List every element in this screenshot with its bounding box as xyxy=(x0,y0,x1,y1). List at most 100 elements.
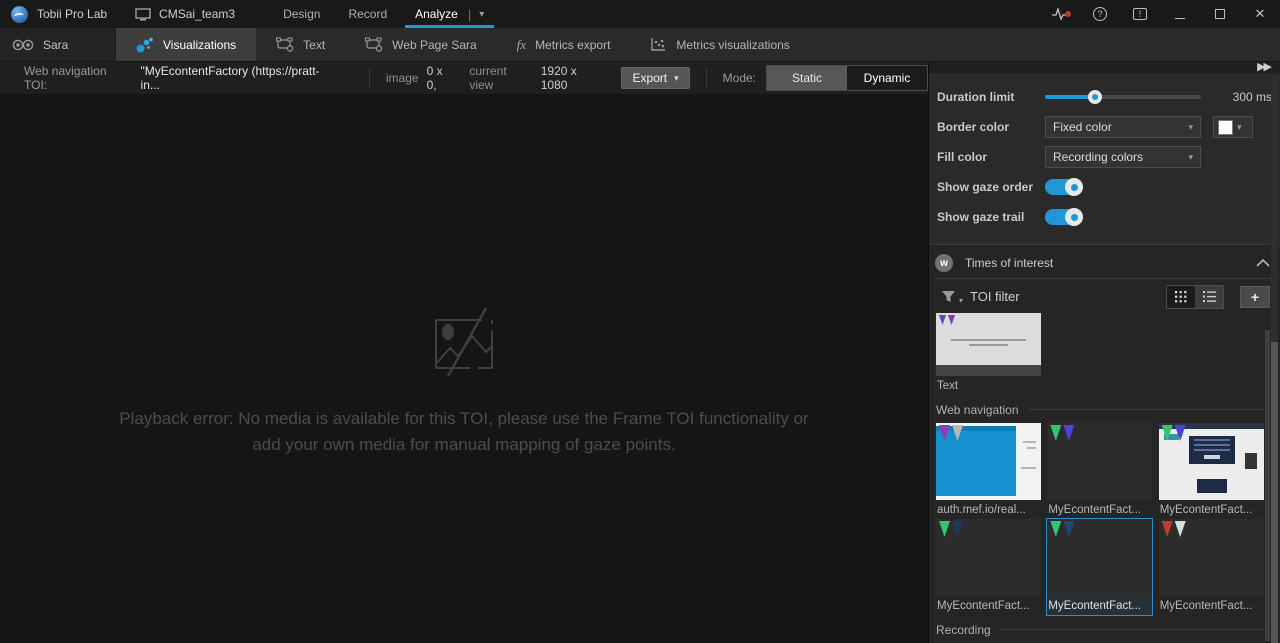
image-size-label: image xyxy=(385,71,419,85)
export-caret-icon: ▾ xyxy=(674,72,679,83)
show-gaze-trail-row: Show gaze trail xyxy=(935,202,1272,232)
mode-static-button[interactable]: Static xyxy=(767,66,848,90)
toi-filter-label: TOI filter xyxy=(970,289,1020,305)
group-title: Web navigation xyxy=(936,402,1019,417)
analyze-dropdown-caret-icon[interactable]: ▾ xyxy=(473,9,490,20)
thumbnail-label: MyEcontentFact... xyxy=(1159,503,1253,516)
gaze-plot-icon xyxy=(136,37,153,52)
recording-pin-icon xyxy=(1174,424,1186,441)
tab-design[interactable]: Design xyxy=(269,0,334,28)
tab-metrics-visualizations[interactable]: Metrics visualizations xyxy=(630,28,809,61)
replay-eyes-icon xyxy=(12,39,34,50)
tab-separator: | xyxy=(467,6,472,22)
recording-tab-sara[interactable]: Sara xyxy=(0,28,116,61)
show-gaze-trail-toggle[interactable] xyxy=(1045,208,1083,227)
border-color-swatch-dropdown[interactable]: ▾ xyxy=(1213,116,1253,139)
tab-label: Metrics export xyxy=(535,37,611,52)
mode-toggle-group: Static Dynamic xyxy=(766,65,929,91)
section-divider xyxy=(935,277,1280,279)
app-title: Tobii Pro Lab xyxy=(37,7,108,21)
duration-limit-slider[interactable] xyxy=(1045,90,1201,105)
recording-pin-icon xyxy=(1063,424,1075,441)
title-bar: Tobii Pro Lab CMSai_team3 Design Record … xyxy=(0,0,1280,28)
tobii-logo-icon xyxy=(11,5,28,23)
web-navigation-group-header: Web navigation xyxy=(936,403,1278,417)
help-icon[interactable]: ? xyxy=(1080,0,1120,28)
tab-record[interactable]: Record xyxy=(334,0,401,28)
toi-label: Web navigation TOI: xyxy=(24,64,107,92)
maximize-button[interactable] xyxy=(1200,0,1240,28)
toi-thumbnail-text[interactable]: Text xyxy=(936,312,1041,395)
visualization-toolbar: Web navigation TOI: "MyEcontentFactory (… xyxy=(0,62,929,94)
recording-pin-icon xyxy=(939,424,950,441)
toi-thumbnail-web-nav-6[interactable]: MyEcontentFact... xyxy=(1158,518,1264,615)
times-of-interest-icon: w xyxy=(935,254,953,273)
fill-color-row: Fill color Recording colors ▾ xyxy=(935,142,1272,172)
add-toi-button[interactable]: + xyxy=(1240,285,1270,308)
playback-error-message: Playback error: No media is available fo… xyxy=(119,409,809,455)
fill-color-label: Fill color xyxy=(937,150,988,165)
thumbnail-label: auth.mef.io/real... xyxy=(937,503,1026,516)
thumbnail-label: MyEcontentFact... xyxy=(937,599,1030,612)
view-mode-buttons xyxy=(1166,284,1224,309)
tab-web-page-sara[interactable]: Web Page Sara xyxy=(345,28,497,61)
aoi-tool-icon xyxy=(365,37,383,52)
recording-pin-icon xyxy=(1174,520,1186,537)
media-viewer: Playback error: No media is available fo… xyxy=(0,94,928,643)
list-view-button[interactable] xyxy=(1195,285,1223,308)
tab-analyze[interactable]: Analyze xyxy=(407,0,466,28)
recording-pin-icon xyxy=(1063,520,1075,537)
times-of-interest-header[interactable]: w Times of interest xyxy=(929,252,1280,274)
toi-thumbnail-web-nav-4[interactable]: MyEcontentFact... xyxy=(936,518,1041,615)
show-gaze-order-toggle[interactable] xyxy=(1045,178,1083,197)
border-color-label: Border color xyxy=(937,120,1010,135)
current-view-label: current view xyxy=(469,64,507,92)
thumbnail-label: MyEcontentFact... xyxy=(1159,599,1253,612)
toi-thumbnail-list: Text Web navigation auth.mef.io/real... xyxy=(929,309,1280,643)
recording-pin-icon xyxy=(939,314,946,325)
toi-thumbnail-web-nav-5-selected[interactable]: MyEcontentFact... xyxy=(1046,517,1154,616)
recording-pin-icon xyxy=(952,424,963,441)
toi-thumbnail-web-nav-3[interactable]: MyEcontentFact... xyxy=(1158,422,1264,519)
project-tab[interactable]: CMSai_team3 xyxy=(135,7,235,21)
tab-label: Web Page Sara xyxy=(392,37,477,52)
eyetracker-status-icon[interactable] xyxy=(1040,0,1080,28)
slider-handle[interactable] xyxy=(1087,90,1102,105)
filter-funnel-icon[interactable]: ▾ xyxy=(941,290,963,305)
minimize-button[interactable] xyxy=(1160,0,1200,28)
image-size-value: 0 x 0, xyxy=(426,64,443,92)
panel-scrollbar-track[interactable] xyxy=(1271,76,1278,643)
toolbar-divider xyxy=(368,69,370,87)
recording-pin-icon xyxy=(1050,424,1062,441)
border-color-dropdown[interactable]: Fixed color ▾ xyxy=(1045,116,1201,139)
close-button[interactable]: ✕ xyxy=(1240,0,1280,28)
collapse-chevron-icon[interactable] xyxy=(1256,259,1270,267)
tab-label: Text xyxy=(303,37,326,52)
tab-analyze-group: Analyze | ▾ xyxy=(401,0,498,28)
feedback-icon[interactable]: ! xyxy=(1120,0,1160,28)
panel-scrollbar-thumb[interactable] xyxy=(1271,342,1278,643)
tab-label: Metrics visualizations xyxy=(676,37,790,52)
fill-color-dropdown[interactable]: Recording colors ▾ xyxy=(1045,146,1201,169)
status-dot xyxy=(1065,11,1071,17)
project-name: CMSai_team3 xyxy=(159,7,236,21)
dropdown-caret-icon: ▾ xyxy=(1188,121,1193,132)
toi-thumbnail-web-nav-1[interactable]: auth.mef.io/real... xyxy=(936,422,1041,519)
mode-dynamic-button[interactable]: Dynamic xyxy=(847,66,928,90)
show-gaze-order-label: Show gaze order xyxy=(937,180,1034,195)
export-button[interactable]: Export ▾ xyxy=(621,67,690,89)
tab-metrics-export[interactable]: fx Metrics export xyxy=(497,28,631,61)
recording-pin-icon xyxy=(1161,520,1173,537)
recording-pin-icon xyxy=(1161,424,1173,441)
current-view-value: 1920 x 1080 xyxy=(540,64,577,92)
list-scrollbar-thumb[interactable] xyxy=(1265,330,1270,641)
recording-tab-label: Sara xyxy=(43,37,69,52)
gaze-settings-panel: Duration limit 300 ms Border color Fixed… xyxy=(929,73,1280,246)
expand-panel-icon[interactable]: ▶▶ xyxy=(1257,62,1272,73)
grid-view-button[interactable] xyxy=(1167,285,1195,308)
toi-thumbnail-web-nav-2[interactable]: MyEcontentFact... xyxy=(1047,422,1153,519)
tab-text[interactable]: Text xyxy=(256,28,345,61)
broken-image-icon xyxy=(435,307,493,377)
toolbar-divider xyxy=(705,69,707,87)
tab-visualizations[interactable]: Visualizations xyxy=(116,28,257,61)
